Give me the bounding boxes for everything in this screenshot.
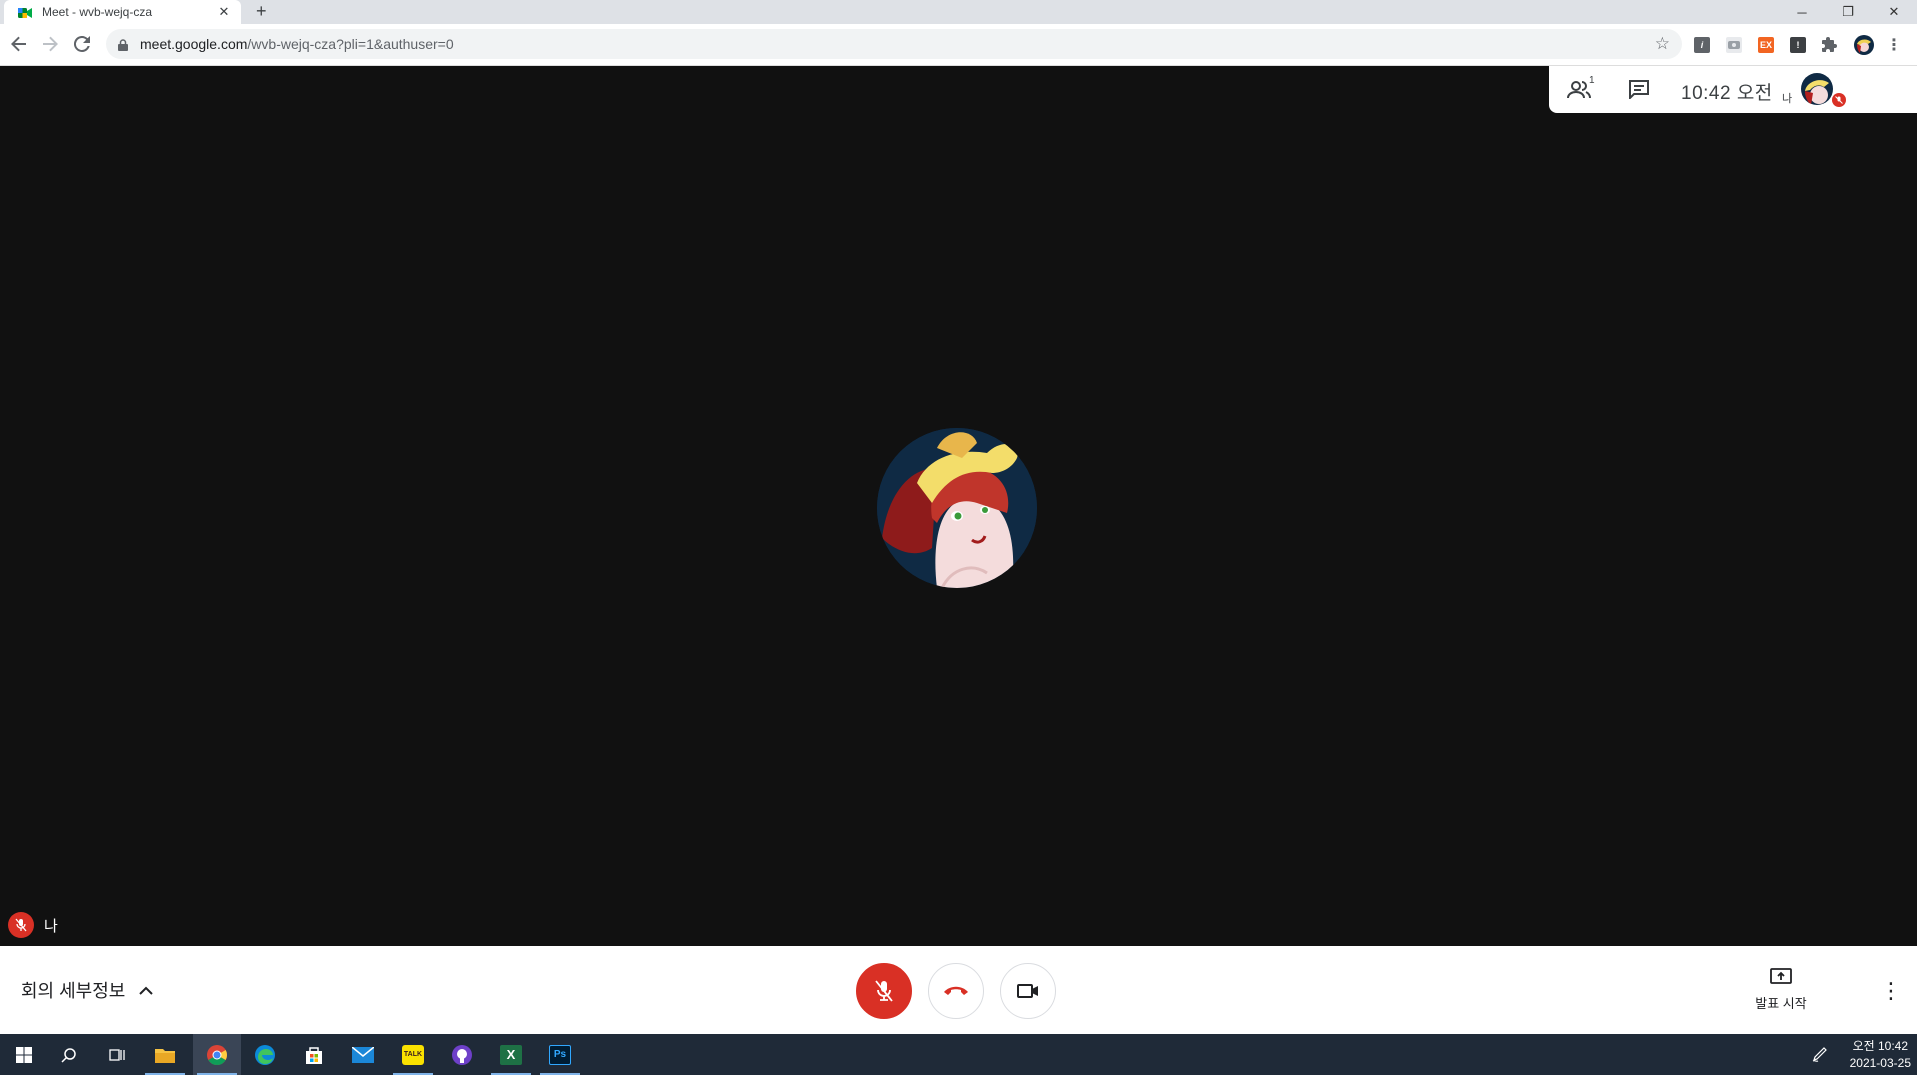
self-thumbnail[interactable] <box>1801 73 1833 105</box>
tab-meet[interactable]: Meet - wvb-wejq-cza ✕ <box>4 0 241 24</box>
meeting-details-label: 회의 세부정보 <box>21 981 126 1001</box>
kakaotalk-icon[interactable]: TALK <box>389 1034 437 1075</box>
camera-toggle-button[interactable] <box>1000 963 1056 1019</box>
present-label: 발표 시작 <box>1755 996 1807 1011</box>
edge-icon[interactable] <box>241 1034 289 1075</box>
meet-top-bar: 1 10:42 오전 나 <box>1549 66 1917 113</box>
back-icon[interactable] <box>8 33 30 55</box>
system-time: 오전 10:42 <box>1852 1039 1909 1053</box>
github-desktop-icon[interactable] <box>438 1034 486 1075</box>
tab-title: Meet - wvb-wejq-cza <box>42 5 153 19</box>
store-icon[interactable] <box>290 1034 338 1075</box>
chevron-up-icon <box>139 986 154 995</box>
hang-up-icon <box>944 986 968 995</box>
minimize-button[interactable]: ─ <box>1779 0 1825 24</box>
mic-off-icon <box>875 980 893 1002</box>
photoshop-icon[interactable]: Ps <box>536 1034 584 1075</box>
meeting-clock: 10:42 오전 <box>1681 83 1773 104</box>
mail-icon[interactable] <box>339 1034 387 1075</box>
system-clock[interactable]: 오전 10:42 2021-03-25 <box>1850 1038 1911 1072</box>
self-name: 나 <box>44 917 58 935</box>
extension-i-icon[interactable]: i <box>1694 37 1710 53</box>
more-options-icon[interactable]: ⋮ <box>1880 978 1902 1004</box>
task-view-icon[interactable] <box>93 1034 141 1075</box>
tab-close-icon[interactable]: ✕ <box>215 4 233 20</box>
chrome-menu-icon[interactable]: ⋮ <box>1886 37 1902 54</box>
new-tab-button[interactable]: + <box>256 1 267 22</box>
participant-count: 1 <box>1589 75 1595 86</box>
extensions-puzzle-icon[interactable] <box>1822 37 1838 53</box>
reload-icon[interactable] <box>71 33 93 55</box>
forward-icon[interactable] <box>39 33 61 55</box>
extension-ex-icon[interactable]: EX <box>1758 37 1774 53</box>
microphone-toggle-button[interactable] <box>856 963 912 1019</box>
window-close-button[interactable]: ✕ <box>1871 0 1917 24</box>
bookmark-star-icon[interactable]: ☆ <box>1655 34 1670 54</box>
start-icon[interactable] <box>0 1034 48 1075</box>
participants-button[interactable]: 1 <box>1567 75 1595 105</box>
self-muted-badge-icon <box>1832 93 1846 107</box>
chrome-taskbar-icon[interactable] <box>193 1034 241 1075</box>
video-camera-icon <box>1017 984 1038 998</box>
address-bar[interactable]: meet.google.com/wvb-wejq-cza?pli=1&authu… <box>106 29 1682 59</box>
tab-strip: Meet - wvb-wejq-cza ✕ + ─ ❐ ✕ <box>0 0 1917 24</box>
chat-icon <box>1629 80 1649 101</box>
leave-call-button[interactable] <box>928 963 984 1019</box>
pen-ink-icon[interactable] <box>1812 1046 1828 1067</box>
browser-toolbar: meet.google.com/wvb-wejq-cza?pli=1&authu… <box>0 24 1917 66</box>
chat-button[interactable] <box>1628 79 1650 104</box>
extension-dark-icon[interactable]: ! <box>1790 37 1806 53</box>
file-explorer-icon[interactable] <box>141 1034 189 1075</box>
restore-button[interactable]: ❐ <box>1825 0 1871 24</box>
self-short-label: 나 <box>1782 93 1793 105</box>
excel-icon[interactable]: X <box>487 1034 535 1075</box>
profile-avatar[interactable] <box>1854 35 1874 55</box>
present-screen-icon <box>1770 968 1792 984</box>
system-date: 2021-03-25 <box>1849 1056 1911 1070</box>
muted-mic-icon <box>8 912 34 938</box>
meet-control-bar: 회의 세부정보 발표 시작 ⋮ <box>0 946 1917 1034</box>
meet-favicon-icon <box>18 6 32 18</box>
windows-taskbar: TALK X Ps 오전 10:42 2021-03-25 <box>0 1034 1917 1075</box>
self-name-label: 나 <box>8 912 58 938</box>
participant-avatar <box>877 428 1037 588</box>
extension-camera-icon[interactable] <box>1726 37 1742 53</box>
url-host: meet.google.com <box>140 36 248 52</box>
search-icon[interactable] <box>45 1034 93 1075</box>
url-path: /wvb-wejq-cza?pli=1&authuser=0 <box>247 36 454 52</box>
lock-icon[interactable] <box>118 38 128 51</box>
meeting-details-button[interactable]: 회의 세부정보 <box>21 977 154 1003</box>
meet-stage: 1 10:42 오전 나 나 <box>0 66 1917 946</box>
present-now-button[interactable]: 발표 시작 <box>1745 968 1817 1012</box>
